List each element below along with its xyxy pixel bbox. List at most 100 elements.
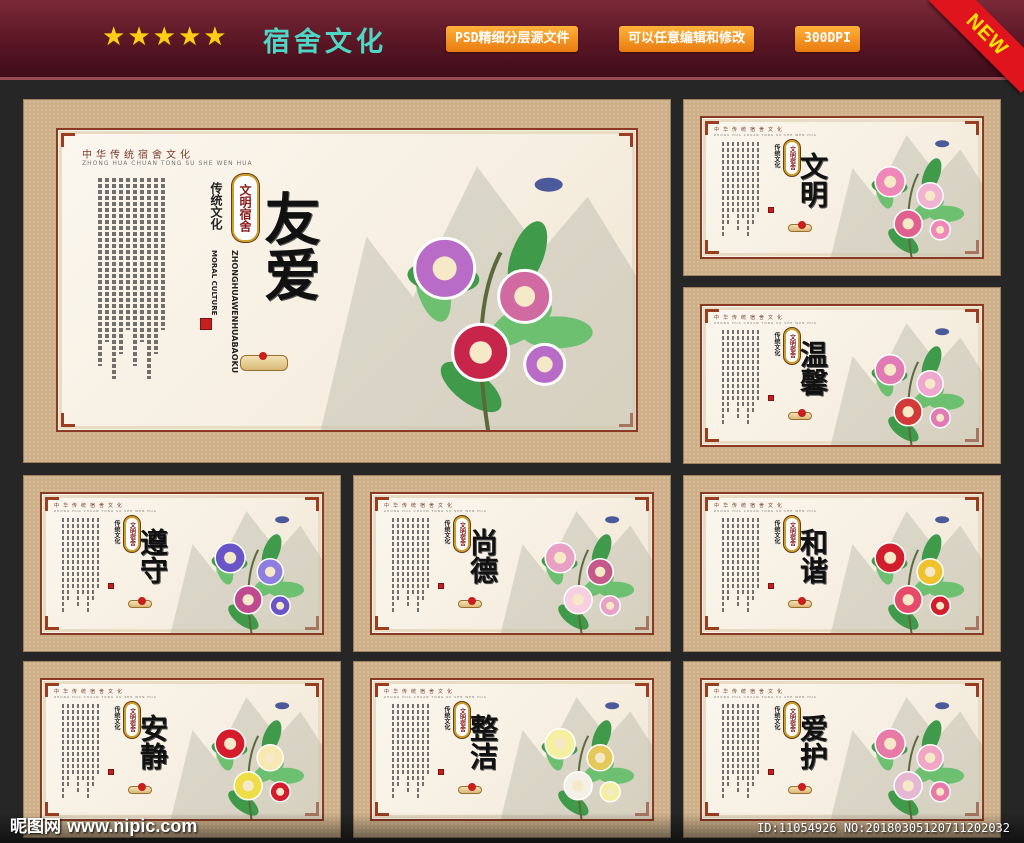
text-column	[752, 142, 754, 225]
text-column	[742, 330, 744, 408]
rolled-scroll-decoration	[788, 596, 812, 608]
text-column	[727, 518, 729, 601]
vertical-pinyin: ZHONGHUAWENHUABAOKU	[230, 250, 239, 374]
blossom-center	[936, 601, 945, 610]
text-column	[97, 704, 99, 776]
text-column	[727, 704, 729, 787]
culture-heading: 中华传统宿舍文化	[384, 689, 457, 695]
tradition-label: 传统文化	[773, 520, 780, 544]
text-column	[747, 330, 749, 425]
blossom-center	[924, 190, 936, 201]
calligraphy-title: 文明	[796, 152, 829, 208]
text-column	[747, 142, 749, 237]
culture-panel-wenming: 中华传统宿舍文化 ZHONG HUA CHUAN TONG SU SHE WEN …	[684, 100, 1000, 275]
culture-heading: 中华传统宿舍文化	[714, 127, 787, 133]
text-column	[412, 704, 414, 782]
calligraphy-title: 爱护	[796, 714, 829, 770]
tradition-label: 传统文化	[443, 520, 450, 544]
text-column	[732, 518, 734, 590]
panel-canvas: 中华传统宿舍文化 ZHONG HUA CHUAN TONG SU SHE WEN …	[40, 678, 324, 821]
culture-panel-shangde: 中华传统宿舍文化 ZHONG HUA CHUAN TONG SU SHE WEN …	[354, 476, 670, 651]
culture-panel-aihu: 中华传统宿舍文化 ZHONG HUA CHUAN TONG SU SHE WEN …	[684, 662, 1000, 837]
blossom-center	[902, 218, 914, 230]
star-icon: ★	[177, 22, 202, 52]
text-column	[72, 518, 74, 590]
text-column	[742, 704, 744, 782]
rating-stars: ★ ★ ★ ★ ★	[102, 24, 227, 50]
psd-layers-badge: PSD精细分层源文件	[446, 26, 579, 52]
blossom-center	[902, 406, 914, 418]
culture-pinyin: ZHONG HUA CHUAN TONG SU SHE WEN HUA	[82, 160, 253, 167]
bird-shape	[935, 702, 950, 710]
calligraphy-title: 温馨	[796, 340, 829, 396]
text-column	[417, 518, 419, 613]
rolled-scroll-decoration	[788, 408, 812, 420]
calligraphy-title: 整洁	[466, 714, 499, 770]
text-column	[427, 518, 429, 590]
star-icon: ★	[203, 22, 227, 52]
blossom-center	[884, 175, 897, 188]
text-column	[77, 518, 79, 607]
calligraphy-title: 友爱	[255, 190, 321, 302]
bird-shape	[534, 177, 563, 192]
culture-pinyin: ZHONG HUA CHUAN TONG SU SHE WEN HUA	[714, 695, 817, 699]
text-column	[392, 704, 394, 799]
blossom-center	[572, 780, 584, 792]
culture-pinyin: ZHONG HUA CHUAN TONG SU SHE WEN HUA	[54, 509, 157, 513]
blossom-center	[606, 601, 615, 610]
panel-canvas: 中华传统宿舍文化 ZHONG HUA CHUAN TONG SU SHE WEN …	[40, 492, 324, 635]
text-column	[412, 518, 414, 596]
star-icon: ★	[152, 22, 176, 52]
blossom-center	[276, 787, 285, 796]
culture-panel-hexie: 中华传统宿舍文化 ZHONG HUA CHUAN TONG SU SHE WEN …	[684, 476, 1000, 651]
text-column	[97, 518, 99, 590]
blossom-center	[884, 363, 897, 376]
text-column	[727, 330, 729, 413]
text-column	[161, 178, 165, 330]
bird-shape	[275, 702, 290, 710]
tradition-label: 传统文化	[209, 182, 223, 230]
text-column	[112, 178, 116, 379]
text-column	[722, 142, 724, 237]
page-title: 宿舍文化	[263, 27, 387, 58]
text-column	[92, 704, 94, 787]
calligraphy-title: 遵守	[136, 528, 169, 584]
body-text-columns	[62, 518, 99, 613]
text-column	[727, 142, 729, 225]
text-column	[742, 142, 744, 220]
calligraphy-title: 尚德	[466, 528, 499, 584]
text-column	[87, 518, 89, 613]
text-column	[82, 518, 84, 596]
bird-shape	[935, 516, 950, 524]
blossom-center	[924, 566, 936, 577]
rolled-scroll-decoration	[128, 596, 152, 608]
blossom-center	[924, 378, 936, 389]
culture-panel-anjing: 中华传统宿舍文化 ZHONG HUA CHUAN TONG SU SHE WEN …	[24, 662, 340, 837]
rolled-scroll-decoration	[240, 351, 288, 371]
red-seal-stamp	[200, 318, 212, 331]
blossom-center	[884, 551, 897, 564]
bird-shape	[605, 516, 620, 524]
red-seal-stamp	[768, 394, 774, 401]
text-column	[417, 704, 419, 799]
culture-heading: 中华传统宿舍文化	[54, 503, 127, 509]
red-seal-stamp	[768, 206, 774, 213]
watermark-id: ID:11054926 NO:20180305120711202032	[757, 821, 1010, 835]
rolled-scroll-decoration	[788, 220, 812, 232]
text-column	[397, 704, 399, 787]
tradition-label: 传统文化	[773, 144, 780, 168]
body-text-columns	[722, 704, 759, 799]
text-column	[737, 330, 739, 419]
panel-canvas: 中华传统宿舍文化 ZHONG HUA CHUAN TONG SU SHE WEN …	[370, 678, 654, 821]
text-column	[62, 704, 64, 799]
blossom-center	[264, 566, 276, 577]
blossom-center	[554, 551, 567, 564]
text-column	[742, 518, 744, 596]
text-column	[72, 704, 74, 776]
text-column	[402, 518, 404, 590]
red-seal-stamp	[438, 768, 444, 775]
blossom-center	[432, 256, 457, 281]
text-column	[77, 704, 79, 793]
text-column	[722, 518, 724, 613]
culture-panel-zunshou: 中华传统宿舍文化 ZHONG HUA CHUAN TONG SU SHE WEN …	[24, 476, 340, 651]
